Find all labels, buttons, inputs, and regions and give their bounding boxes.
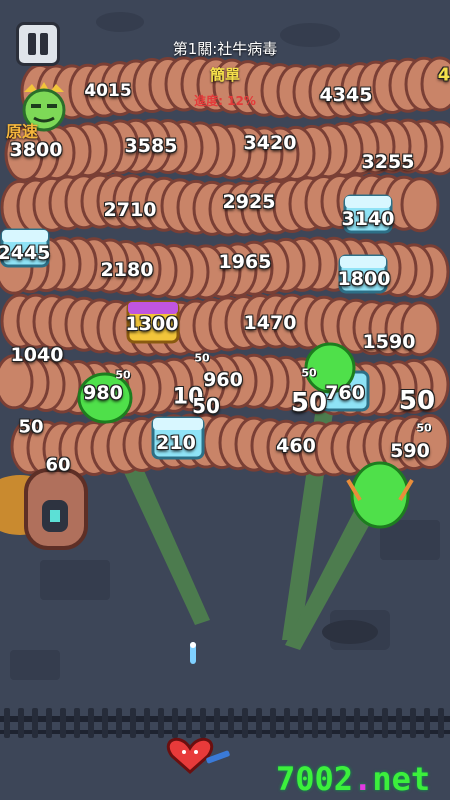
heart-player-icon[interactable] (166, 737, 230, 775)
fence-post (256, 708, 262, 738)
segment-hp-label: 760 (325, 382, 365, 404)
segment-hp-label: 1300 (125, 313, 179, 335)
difficulty-label: 簡單 (209, 66, 240, 84)
fence-post (172, 708, 178, 738)
segment-hp-label: 3800 (9, 139, 63, 161)
segment-hp-label: 2180 (100, 259, 154, 281)
segment-hp-label: 590 (390, 440, 430, 462)
segment-hp-label: 3585 (124, 135, 178, 157)
fence-post (396, 708, 402, 738)
fence-post (228, 708, 234, 738)
segment-hp-label: 3255 (361, 151, 415, 173)
fence-post (46, 708, 52, 738)
segment-hp-label: 50 (18, 416, 44, 438)
fence-post (312, 708, 318, 738)
damage-popup: 50 (115, 368, 131, 382)
segment-hp-label: 3140 (341, 208, 395, 230)
watermark: 7002.net (276, 760, 431, 798)
segment-hp-label: 4 (437, 64, 450, 86)
segment-hp-label: 50 (192, 394, 220, 418)
fence-post (18, 708, 24, 738)
fence-post (214, 708, 220, 738)
damage-popup: 50 (301, 366, 317, 380)
progress-text: 進度: 12% (194, 94, 256, 108)
fence-post (284, 708, 290, 738)
fence-post (242, 708, 248, 738)
segment-hp-label: 1470 (243, 312, 297, 334)
fence-post (368, 708, 374, 738)
segment-hp-label: 460 (276, 435, 316, 457)
segment-hp-label: 2710 (103, 199, 157, 221)
fence-post (298, 708, 304, 738)
segment-hp-label: 50 (398, 386, 436, 416)
segment-hp-label: 4345 (319, 84, 373, 106)
fence-post (200, 708, 206, 738)
fence-post (32, 708, 38, 738)
fence-post (60, 708, 66, 738)
segment-hp-label: 1590 (362, 331, 416, 353)
fence-post (354, 708, 360, 738)
fence-post (424, 708, 430, 738)
segment-hp-label: 4015 (84, 81, 132, 101)
snake-segment (400, 177, 440, 233)
fence-post (116, 708, 122, 738)
fence-post (88, 708, 94, 738)
damage-popup: 50 (194, 351, 210, 365)
spawn-house-icon (0, 468, 88, 550)
fence-post (340, 708, 346, 738)
segment-hp-label: 980 (83, 382, 123, 404)
fence-post (4, 708, 10, 738)
fence-post (382, 708, 388, 738)
segment-hp-label: 2445 (0, 242, 51, 264)
fence-post (130, 708, 136, 738)
fence-post (158, 708, 164, 738)
segment-hp-label: 60 (45, 454, 71, 476)
segment-hp-label: 50 (290, 388, 328, 418)
segment-hp-label: 960 (203, 369, 243, 391)
fence-post (144, 708, 150, 738)
bullet-icon (190, 642, 196, 664)
segment-hp-label: 210 (156, 432, 196, 454)
fence-post (74, 708, 80, 738)
segment-hp-label: 1965 (218, 251, 272, 273)
segment-hp-label: 1800 (337, 268, 391, 290)
game-stage[interactable]: { "level_title": "第1關:社牛病毒", "difficulty… (0, 0, 450, 800)
segment-hp-label: 3420 (243, 132, 297, 154)
fence-post (326, 708, 332, 738)
fence-post (410, 708, 416, 738)
level-title: 第1關:社牛病毒 (172, 40, 278, 58)
segment-hp-label: 2925 (222, 191, 276, 213)
fence-post (102, 708, 108, 738)
segment-hp-label: 1040 (10, 344, 64, 366)
damage-popup: 50 (416, 421, 432, 435)
fence-post (186, 708, 192, 738)
fence-post (438, 708, 444, 738)
fence-post (270, 708, 276, 738)
